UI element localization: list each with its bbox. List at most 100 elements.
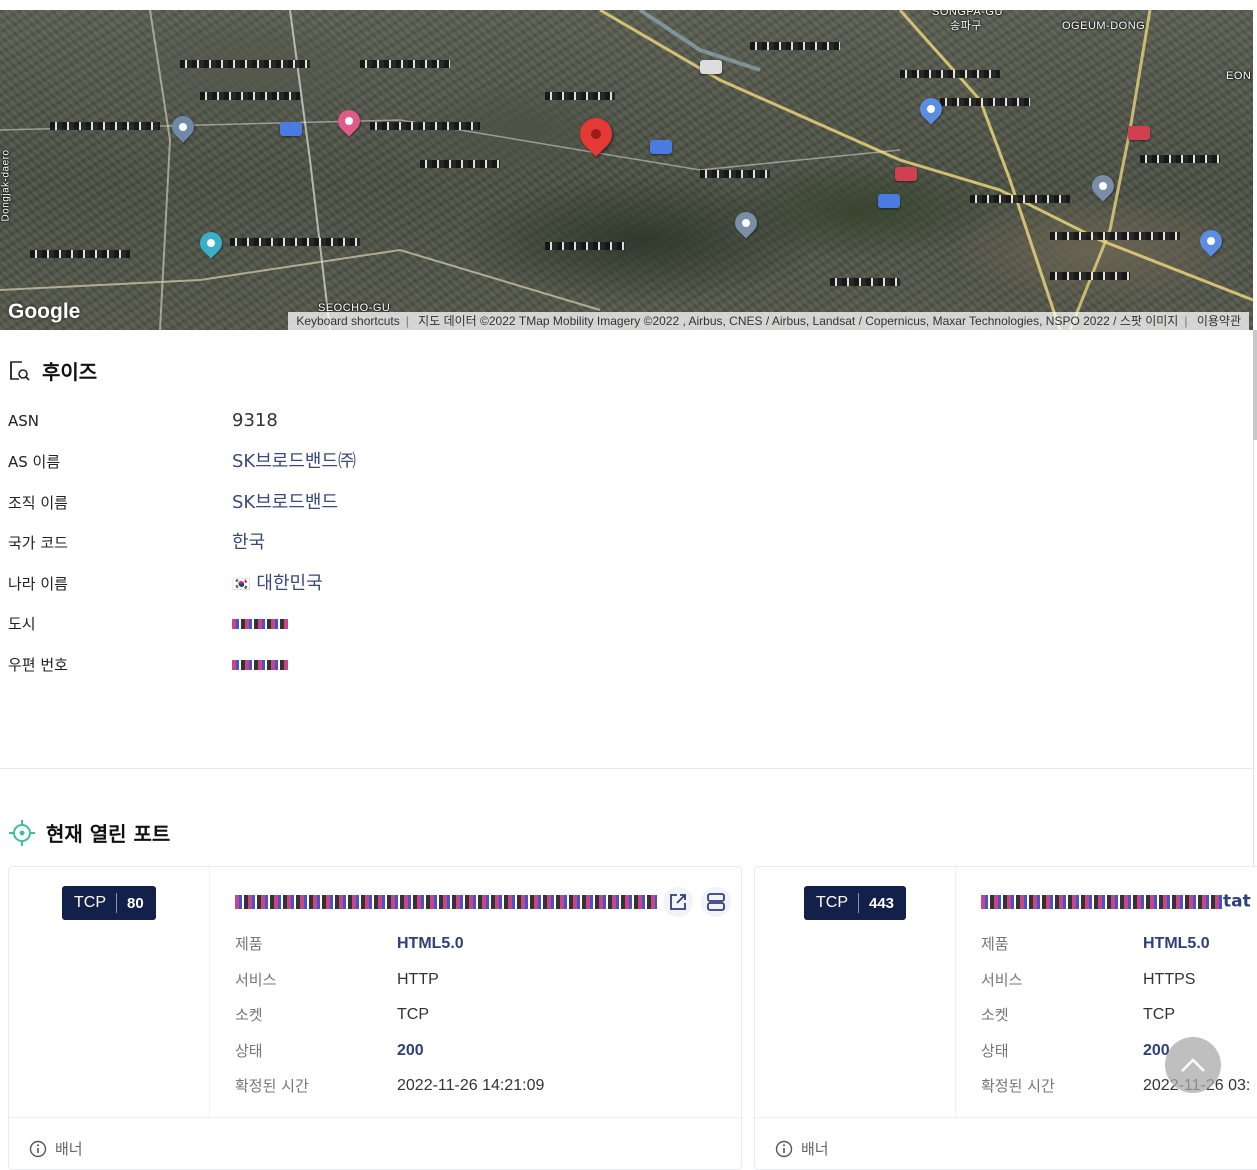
info-icon: [29, 1140, 47, 1157]
port-card-443: TCP 443 tat 제품 HTML5.0 서비스 HTTPS 소켓 TCP …: [754, 866, 1257, 1170]
whois-key: 조직 이름: [8, 494, 68, 512]
whois-value: 대한민국: [256, 573, 323, 594]
whois-title: 후이즈: [42, 360, 98, 384]
prop-key: 제품: [981, 935, 1009, 953]
map-redacted-label: [830, 278, 900, 286]
map-poi-icon[interactable]: [700, 60, 722, 74]
port-protocol: TCP: [74, 894, 106, 911]
flag-kr-icon: 🇰🇷: [232, 575, 251, 593]
map-redacted-label: [1050, 272, 1130, 280]
port-badge: TCP 80: [62, 886, 156, 920]
map-redacted-label: [360, 60, 450, 68]
whois-key: 도시: [8, 615, 36, 633]
prop-value: HTTP: [397, 971, 439, 988]
prop-key: 상태: [981, 1042, 1009, 1060]
port-card-80: TCP 80 제품 HTML5.0 서비스 HTTP 소켓 TCP 상태 200…: [8, 866, 742, 1170]
map-transit-icon[interactable]: [280, 122, 302, 136]
map-redacted-label: [30, 250, 130, 258]
whois-value-link[interactable]: 한국: [232, 532, 265, 554]
prop-key: 서비스: [981, 971, 1023, 989]
map-redacted-label: [545, 242, 625, 250]
map-redacted-label: [545, 92, 615, 100]
map-redacted-label: [1050, 232, 1180, 240]
whois-key: 나라 이름: [8, 575, 68, 593]
port-number: 80: [127, 894, 144, 912]
whois-value-redacted: [232, 613, 288, 635]
prop-key: 확정된 시간: [235, 1077, 309, 1095]
prop-key: 소켓: [235, 1006, 263, 1024]
whois-key: 국가 코드: [8, 534, 68, 552]
prop-value: TCP: [1143, 1006, 1175, 1023]
prop-value: HTTPS: [1143, 971, 1196, 988]
map-subway-icon[interactable]: [895, 167, 917, 181]
port-protocol: TCP: [816, 894, 848, 911]
map-subway-icon[interactable]: [1128, 126, 1150, 140]
banner-footer[interactable]: 배너: [9, 1117, 741, 1169]
port-number: 443: [869, 894, 895, 912]
map-redacted-label: [1140, 155, 1220, 163]
prop-key: 소켓: [981, 1006, 1009, 1024]
map-label-songpa-ko: 송파구: [950, 20, 982, 32]
map-attribution: Keyboard shortcuts | 지도 데이터 ©2022 TMap Mo…: [288, 312, 1249, 330]
map-roads: [0, 10, 1253, 330]
external-link-button[interactable]: [663, 887, 693, 917]
whois-value-redacted: [232, 654, 288, 676]
map-redacted-label: [420, 160, 500, 168]
banner-toggle[interactable]: 배너: [29, 1138, 83, 1159]
port-card-title-tail: tat: [1223, 891, 1251, 912]
map-label-dongjak: Dongjak-daero: [0, 149, 12, 222]
map-redacted-label: [900, 70, 1000, 78]
map-redacted-label: [940, 98, 1030, 106]
whois-key: AS 이름: [8, 453, 61, 471]
prop-key: 확정된 시간: [981, 1077, 1055, 1095]
port-badge: TCP 443: [804, 886, 907, 920]
search-doc-icon: [10, 360, 30, 381]
map-data-credit: 지도 데이터 ©2022 TMap Mobility Imagery ©2022…: [418, 314, 1179, 328]
external-link-icon: [670, 894, 686, 910]
prop-value-link[interactable]: HTML5.0: [397, 933, 464, 955]
server-details-button[interactable]: [701, 887, 731, 917]
whois-value-link[interactable]: SK브로드밴드: [232, 492, 338, 514]
scrollbar-thumb[interactable]: [1253, 330, 1257, 440]
map-redacted-label: [200, 92, 300, 100]
banner-label: 배너: [801, 1140, 829, 1158]
terms-link[interactable]: 이용약관: [1197, 314, 1241, 328]
map-transit-icon[interactable]: [878, 194, 900, 208]
whois-key: ASN: [8, 412, 40, 430]
map-redacted-label: [230, 238, 360, 246]
keyboard-shortcuts-link[interactable]: Keyboard shortcuts: [296, 314, 399, 328]
prop-value: 2022-11-26 14:21:09: [397, 1077, 545, 1094]
whois-heading: 후이즈: [8, 356, 97, 385]
prop-value-link[interactable]: HTML5.0: [1143, 933, 1210, 955]
prop-value: TCP: [397, 1006, 429, 1023]
map-redacted-label: [370, 122, 480, 130]
prop-key: 서비스: [235, 971, 277, 989]
server-icon: [707, 893, 725, 911]
whois-value-link[interactable]: 🇰🇷 대한민국: [232, 573, 323, 595]
map-redacted-label: [700, 170, 770, 178]
map-redacted-label: [970, 195, 1070, 203]
prop-key: 제품: [235, 935, 263, 953]
ports-heading: 현재 열린 포트: [8, 818, 170, 847]
google-logo: Google: [8, 300, 81, 323]
port-card-title-redacted: [235, 891, 657, 911]
scroll-to-top-button[interactable]: [1165, 1037, 1221, 1093]
section-divider: [0, 768, 1253, 769]
port-card-left: TCP 80: [9, 867, 210, 1117]
prop-value-link[interactable]: 200: [397, 1040, 424, 1062]
banner-label: 배너: [55, 1140, 83, 1158]
map-transit-icon[interactable]: [650, 140, 672, 154]
target-icon: [9, 819, 35, 846]
whois-key: 우편 번호: [8, 656, 68, 674]
whois-value-link[interactable]: SK브로드밴드㈜: [232, 451, 356, 473]
map-label-ogeum: OGEUM-DONG: [1062, 20, 1146, 32]
info-icon: [775, 1140, 793, 1157]
prop-key: 상태: [235, 1042, 263, 1060]
map-view[interactable]: SONGPA-GU 송파구 OGEUM-DONG EON SEOCHO-GU D…: [0, 10, 1253, 330]
banner-footer[interactable]: 배너: [755, 1117, 1257, 1169]
map-label-eon: EON: [1226, 70, 1252, 82]
port-card-left: TCP 443: [755, 867, 956, 1117]
chevron-up-icon: [1181, 1058, 1205, 1072]
ports-title: 현재 열린 포트: [46, 822, 171, 846]
banner-toggle[interactable]: 배너: [775, 1138, 829, 1159]
